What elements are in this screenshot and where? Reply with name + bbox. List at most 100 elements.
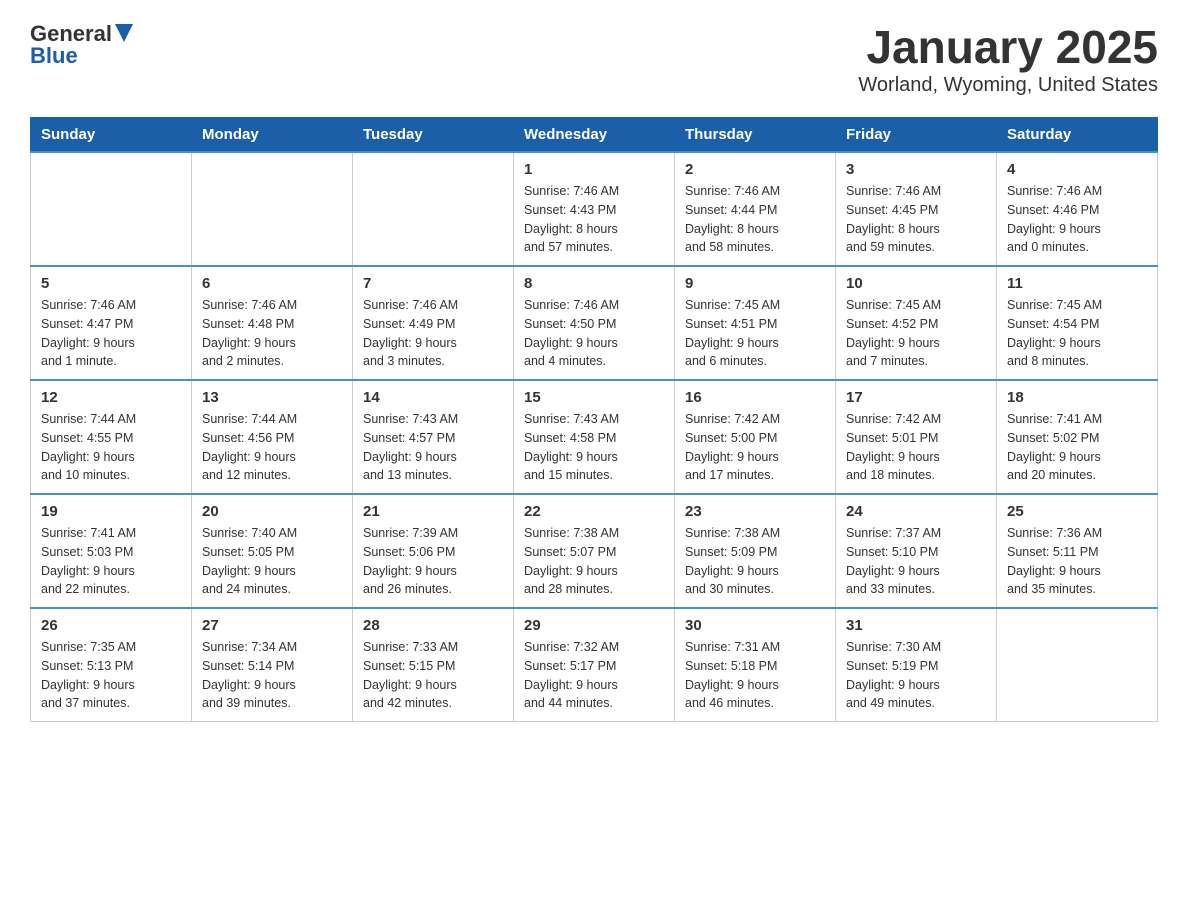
day-number: 10 <box>846 275 986 292</box>
day-info: Sunrise: 7:33 AMSunset: 5:15 PMDaylight:… <box>363 638 503 713</box>
calendar-cell: 18 Sunrise: 7:41 AMSunset: 5:02 PMDayligh… <box>997 380 1158 494</box>
calendar-cell: 12 Sunrise: 7:44 AMSunset: 4:55 PMDayligh… <box>31 380 192 494</box>
day-number: 16 <box>685 389 825 406</box>
calendar-cell: 14Sunrise: 7:43 AMSunset: 4:57 PMDayligh… <box>353 380 514 494</box>
calendar-cell: 25Sunrise: 7:36 AMSunset: 5:11 PMDayligh… <box>997 494 1158 608</box>
calendar-cell: 17 Sunrise: 7:42 AMSunset: 5:01 PMDayligh… <box>836 380 997 494</box>
day-number: 18 <box>1007 389 1147 406</box>
calendar-cell: 8Sunrise: 7:46 AMSunset: 4:50 PMDaylight… <box>514 266 675 380</box>
day-number: 20 <box>202 503 342 520</box>
day-info: Sunrise: 7:43 AMSunset: 4:58 PMDaylight:… <box>524 410 664 485</box>
calendar-cell: 28 Sunrise: 7:33 AMSunset: 5:15 PMDayligh… <box>353 608 514 722</box>
logo-blue-text: Blue <box>30 43 78 69</box>
calendar-cell: 5 Sunrise: 7:46 AMSunset: 4:47 PMDaylight… <box>31 266 192 380</box>
day-info: Sunrise: 7:46 AMSunset: 4:48 PMDaylight:… <box>202 296 342 371</box>
calendar-table: Sunday Monday Tuesday Wednesday Thursday… <box>30 117 1158 722</box>
day-info: Sunrise: 7:32 AMSunset: 5:17 PMDaylight:… <box>524 638 664 713</box>
calendar-cell: 1 Sunrise: 7:46 AMSunset: 4:43 PMDaylight… <box>514 152 675 266</box>
logo: General Blue <box>30 20 133 69</box>
calendar-cell <box>31 152 192 266</box>
page-header: General Blue January 2025 Worland, Wyomi… <box>30 20 1158 97</box>
calendar-cell: 21 Sunrise: 7:39 AMSunset: 5:06 PMDayligh… <box>353 494 514 608</box>
calendar-cell: 2 Sunrise: 7:46 AMSunset: 4:44 PMDaylight… <box>675 152 836 266</box>
calendar-cell: 10 Sunrise: 7:45 AMSunset: 4:52 PMDayligh… <box>836 266 997 380</box>
day-number: 15 <box>524 389 664 406</box>
day-info: Sunrise: 7:40 AMSunset: 5:05 PMDaylight:… <box>202 524 342 599</box>
calendar-cell: 20 Sunrise: 7:40 AMSunset: 5:05 PMDayligh… <box>192 494 353 608</box>
day-info: Sunrise: 7:41 AMSunset: 5:02 PMDaylight:… <box>1007 410 1147 485</box>
header-tuesday: Tuesday <box>353 118 514 153</box>
day-info: Sunrise: 7:46 AMSunset: 4:44 PMDaylight:… <box>685 182 825 257</box>
calendar-cell: 22 Sunrise: 7:38 AMSunset: 5:07 PMDayligh… <box>514 494 675 608</box>
day-number: 13 <box>202 389 342 406</box>
day-number: 9 <box>685 275 825 292</box>
calendar-cell: 7Sunrise: 7:46 AMSunset: 4:49 PMDaylight… <box>353 266 514 380</box>
calendar-cell: 30 Sunrise: 7:31 AMSunset: 5:18 PMDayligh… <box>675 608 836 722</box>
calendar-cell: 15 Sunrise: 7:43 AMSunset: 4:58 PMDayligh… <box>514 380 675 494</box>
calendar-week-row: 1 Sunrise: 7:46 AMSunset: 4:43 PMDaylight… <box>31 152 1158 266</box>
day-info: Sunrise: 7:42 AMSunset: 5:00 PMDaylight:… <box>685 410 825 485</box>
day-info: Sunrise: 7:44 AMSunset: 4:56 PMDaylight:… <box>202 410 342 485</box>
calendar-week-row: 5 Sunrise: 7:46 AMSunset: 4:47 PMDaylight… <box>31 266 1158 380</box>
day-number: 1 <box>524 161 664 178</box>
calendar-cell: 29Sunrise: 7:32 AMSunset: 5:17 PMDayligh… <box>514 608 675 722</box>
header-wednesday: Wednesday <box>514 118 675 153</box>
day-number: 5 <box>41 275 181 292</box>
header-saturday: Saturday <box>997 118 1158 153</box>
day-number: 17 <box>846 389 986 406</box>
calendar-cell: 26 Sunrise: 7:35 AMSunset: 5:13 PMDayligh… <box>31 608 192 722</box>
day-info: Sunrise: 7:45 AMSunset: 4:52 PMDaylight:… <box>846 296 986 371</box>
day-number: 2 <box>685 161 825 178</box>
day-info: Sunrise: 7:34 AMSunset: 5:14 PMDaylight:… <box>202 638 342 713</box>
calendar-cell: 13 Sunrise: 7:44 AMSunset: 4:56 PMDayligh… <box>192 380 353 494</box>
title-section: January 2025 Worland, Wyoming, United St… <box>858 20 1158 97</box>
day-info: Sunrise: 7:41 AMSunset: 5:03 PMDaylight:… <box>41 524 181 599</box>
calendar-week-row: 26 Sunrise: 7:35 AMSunset: 5:13 PMDayligh… <box>31 608 1158 722</box>
calendar-cell: 16 Sunrise: 7:42 AMSunset: 5:00 PMDayligh… <box>675 380 836 494</box>
day-info: Sunrise: 7:38 AMSunset: 5:07 PMDaylight:… <box>524 524 664 599</box>
calendar-title: January 2025 <box>858 20 1158 74</box>
calendar-cell <box>353 152 514 266</box>
day-number: 25 <box>1007 503 1147 520</box>
day-number: 4 <box>1007 161 1147 178</box>
logo-arrow-icon <box>115 24 133 42</box>
calendar-cell: 27Sunrise: 7:34 AMSunset: 5:14 PMDayligh… <box>192 608 353 722</box>
day-info: Sunrise: 7:42 AMSunset: 5:01 PMDaylight:… <box>846 410 986 485</box>
calendar-cell: 3Sunrise: 7:46 AMSunset: 4:45 PMDaylight… <box>836 152 997 266</box>
day-info: Sunrise: 7:46 AMSunset: 4:43 PMDaylight:… <box>524 182 664 257</box>
calendar-cell: 23 Sunrise: 7:38 AMSunset: 5:09 PMDayligh… <box>675 494 836 608</box>
day-number: 28 <box>363 617 503 634</box>
day-number: 23 <box>685 503 825 520</box>
calendar-cell: 19 Sunrise: 7:41 AMSunset: 5:03 PMDayligh… <box>31 494 192 608</box>
day-number: 14 <box>363 389 503 406</box>
calendar-cell: 31Sunrise: 7:30 AMSunset: 5:19 PMDayligh… <box>836 608 997 722</box>
day-info: Sunrise: 7:46 AMSunset: 4:47 PMDaylight:… <box>41 296 181 371</box>
day-info: Sunrise: 7:31 AMSunset: 5:18 PMDaylight:… <box>685 638 825 713</box>
header-thursday: Thursday <box>675 118 836 153</box>
day-info: Sunrise: 7:30 AMSunset: 5:19 PMDaylight:… <box>846 638 986 713</box>
day-info: Sunrise: 7:38 AMSunset: 5:09 PMDaylight:… <box>685 524 825 599</box>
day-info: Sunrise: 7:46 AMSunset: 4:50 PMDaylight:… <box>524 296 664 371</box>
day-number: 26 <box>41 617 181 634</box>
calendar-week-row: 12 Sunrise: 7:44 AMSunset: 4:55 PMDayligh… <box>31 380 1158 494</box>
header-sunday: Sunday <box>31 118 192 153</box>
day-number: 24 <box>846 503 986 520</box>
day-number: 21 <box>363 503 503 520</box>
day-number: 22 <box>524 503 664 520</box>
calendar-cell: 6Sunrise: 7:46 AMSunset: 4:48 PMDaylight… <box>192 266 353 380</box>
day-info: Sunrise: 7:44 AMSunset: 4:55 PMDaylight:… <box>41 410 181 485</box>
day-info: Sunrise: 7:35 AMSunset: 5:13 PMDaylight:… <box>41 638 181 713</box>
day-info: Sunrise: 7:45 AMSunset: 4:54 PMDaylight:… <box>1007 296 1147 371</box>
day-info: Sunrise: 7:37 AMSunset: 5:10 PMDaylight:… <box>846 524 986 599</box>
day-number: 19 <box>41 503 181 520</box>
calendar-cell: 11Sunrise: 7:45 AMSunset: 4:54 PMDayligh… <box>997 266 1158 380</box>
calendar-week-row: 19 Sunrise: 7:41 AMSunset: 5:03 PMDayligh… <box>31 494 1158 608</box>
calendar-cell: 24 Sunrise: 7:37 AMSunset: 5:10 PMDayligh… <box>836 494 997 608</box>
day-number: 30 <box>685 617 825 634</box>
day-info: Sunrise: 7:39 AMSunset: 5:06 PMDaylight:… <box>363 524 503 599</box>
header-friday: Friday <box>836 118 997 153</box>
day-number: 12 <box>41 389 181 406</box>
calendar-header-row: Sunday Monday Tuesday Wednesday Thursday… <box>31 118 1158 153</box>
calendar-cell: 9Sunrise: 7:45 AMSunset: 4:51 PMDaylight… <box>675 266 836 380</box>
calendar-cell <box>997 608 1158 722</box>
